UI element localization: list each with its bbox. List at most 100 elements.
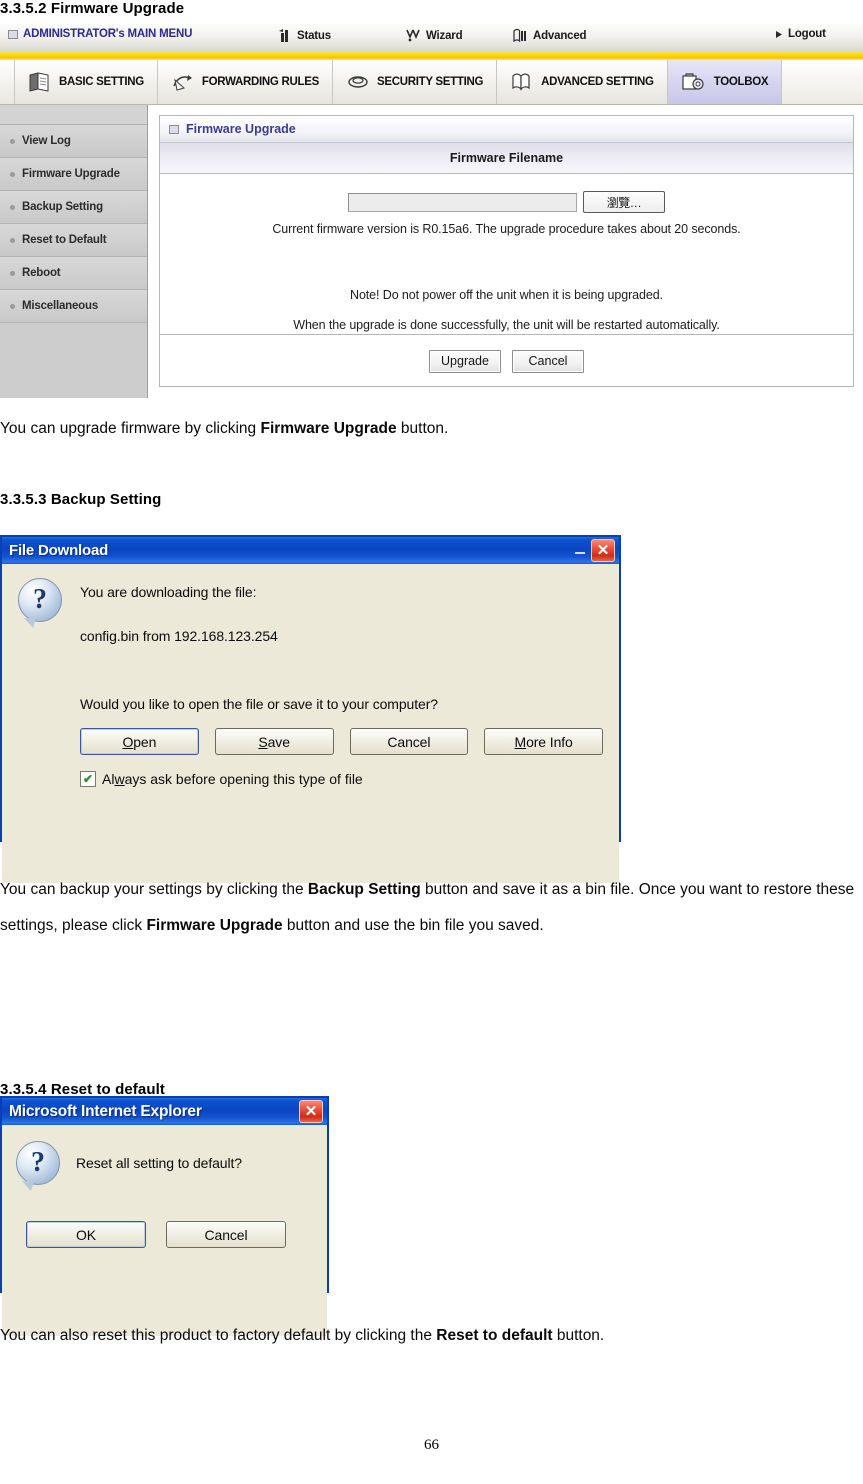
text-reset-part2: button. [552, 1327, 605, 1344]
text-reset-bold1: Reset to default [436, 1327, 553, 1344]
close-icon[interactable]: ✕ [299, 1100, 323, 1123]
open-or-save-question: Would you like to open the file or save … [80, 696, 438, 712]
heading-firmware-upgrade: 3.3.5.2 Firmware Upgrade [0, 0, 185, 17]
tab-label-basic-setting: BASIC SETTING [59, 76, 144, 88]
more-info-button[interactable]: More Info [484, 728, 603, 755]
file-download-title-bar[interactable]: File Download ✕ [2, 535, 619, 564]
tab-label-forwarding-rules: FORWARDING RULES [201, 76, 319, 88]
menu-item-status[interactable]: Status [278, 28, 331, 43]
page-number: 66 [424, 1437, 439, 1453]
tab-basic-setting[interactable]: BASIC SETTING [14, 60, 158, 104]
menu-label-logout: Logout [788, 28, 826, 40]
cancel-button[interactable]: Cancel [349, 728, 469, 755]
note-auto-restart: When the upgrade is done successfully, t… [293, 318, 720, 332]
sidebar-label-reset-to-default: Reset to Default [22, 234, 107, 246]
text-firmware-part1: You can upgrade firmware by clicking [0, 420, 261, 437]
sidebar-label-miscellaneous: Miscellaneous [22, 300, 99, 312]
menu-label-advanced: Advanced [533, 29, 587, 42]
router-sidebar: View Log Firmware Upgrade Backup Setting… [0, 105, 148, 398]
triangle-right-icon [776, 30, 782, 38]
menu-label-wizard: Wizard [426, 29, 463, 42]
file-download-message-row: ? You are downloading the file: config.b… [18, 578, 603, 644]
menu-item-logout[interactable]: Logout [775, 28, 826, 40]
sidebar-item-backup-setting[interactable]: Backup Setting [0, 191, 147, 224]
text-firmware-bold1: Firmware Upgrade [260, 420, 397, 437]
paragraph-reset-to-default: You can also reset this product to facto… [0, 1318, 863, 1354]
bullet-icon [10, 237, 15, 243]
bullet-icon [10, 303, 15, 309]
title-bar-buttons: ✕ [572, 539, 615, 562]
bullet-icon [10, 270, 15, 276]
minimize-icon[interactable] [572, 547, 589, 555]
always-ask-label: Always ask before opening this type of f… [102, 771, 363, 787]
yellow-accent-bar [0, 52, 863, 60]
upgrade-button[interactable]: Upgrade [429, 349, 501, 373]
text-backup-bold1: Backup Setting [307, 881, 421, 898]
menu-item-wizard[interactable]: Wizard [405, 28, 463, 43]
sidebar-item-reset-to-default[interactable]: Reset to Default [0, 224, 147, 257]
tab-advanced-setting[interactable]: ADVANCED SETTING [497, 60, 668, 104]
sidebar-item-view-log[interactable]: View Log [0, 125, 147, 158]
tab-security-setting[interactable]: SECURITY SETTING [332, 60, 498, 104]
shield-hex-icon [348, 76, 368, 88]
text-backup-bold2: Firmware Upgrade [146, 917, 283, 934]
sidebar-item-firmware-upgrade[interactable]: Firmware Upgrade [0, 158, 147, 191]
file-download-button-row: Open Save Cancel More Info [80, 728, 603, 755]
router-main-area: Firmware Upgrade Firmware Filename 瀏覽… C… [148, 105, 863, 398]
save-button[interactable]: Save [214, 728, 334, 755]
admin-main-menu-link[interactable]: ADMINISTRATOR's MAIN MENU [8, 28, 192, 40]
file-download-message-lines: You are downloading the file: config.bin… [80, 578, 278, 644]
open-book-icon [513, 28, 526, 43]
close-icon[interactable]: ✕ [591, 539, 615, 562]
open-button[interactable]: Open [80, 728, 199, 755]
sidebar-item-miscellaneous[interactable]: Miscellaneous [0, 290, 147, 323]
tab-forwarding-rules[interactable]: FORWARDING RULES [157, 60, 333, 104]
paragraph-backup-setting: You can backup your settings by clicking… [0, 872, 863, 944]
file-chooser-row: 瀏覽… [160, 174, 853, 213]
panel-button-row: Upgrade Cancel [160, 335, 853, 387]
note-do-not-power-off: Note! Do not power off the unit when it … [350, 288, 663, 302]
text-backup-part1: You can backup your settings by clicking… [0, 881, 308, 898]
internet-explorer-dialog: Microsoft Internet Explorer ✕ ? Reset al… [0, 1096, 329, 1336]
file-download-body: ? You are downloading the file: config.b… [2, 564, 619, 883]
router-top-menu-bar: ADMINISTRATOR's MAIN MENU Status Wizard [0, 24, 863, 52]
ie-dialog-title-bar[interactable]: Microsoft Internet Explorer ✕ [2, 1096, 327, 1125]
column-header-firmware-filename: Firmware Filename [160, 143, 853, 174]
browse-button[interactable]: 瀏覽… [583, 191, 665, 213]
tab-toolbox[interactable]: TOOLBOX [667, 60, 783, 104]
menu-item-advanced[interactable]: Advanced [512, 28, 587, 43]
window-square-icon [169, 124, 179, 134]
book-pages-icon [29, 72, 49, 92]
firmware-filename-input[interactable] [348, 192, 577, 212]
ie-cancel-button[interactable]: Cancel [166, 1221, 286, 1248]
tab-label-security-setting: SECURITY SETTING [376, 76, 484, 88]
always-ask-checkbox-row[interactable]: ✔ Always ask before opening this type of… [80, 771, 603, 787]
ie-message-row: ? Reset all setting to default? [16, 1141, 313, 1191]
paragraph-firmware-upgrade: You can upgrade firmware by clicking Fir… [0, 411, 863, 447]
ie-button-row: OK Cancel [26, 1221, 313, 1248]
file-download-dialog: File Download ✕ ? You are downloading th… [0, 535, 621, 883]
panel-title-label: Firmware Upgrade [186, 122, 296, 136]
cancel-button[interactable]: Cancel [512, 349, 584, 373]
checkbox-icon[interactable]: ✔ [80, 771, 96, 787]
sidebar-bottom-filler [0, 323, 147, 398]
ie-message-label: Reset all setting to default? [76, 1155, 242, 1171]
router-body: View Log Firmware Upgrade Backup Setting… [0, 105, 863, 398]
open-button-rest: pen [133, 733, 157, 750]
ok-button[interactable]: OK [26, 1221, 146, 1248]
firmware-upgrade-panel: Firmware Upgrade Firmware Filename 瀏覽… C… [159, 115, 854, 387]
file-source-label: config.bin from 192.168.123.254 [80, 628, 278, 644]
open-book-icon [512, 73, 530, 91]
sidebar-item-reboot[interactable]: Reboot [0, 257, 147, 290]
status-bars-icon [279, 29, 288, 42]
sidebar-top-spacer [0, 105, 147, 125]
panel-title-bar: Firmware Upgrade [160, 116, 853, 143]
title-bar-buttons: ✕ [299, 1100, 323, 1123]
firmware-field-area: 瀏覽… Current firmware version is R0.15a6.… [160, 174, 853, 335]
tab-label-advanced-setting: ADVANCED SETTING [541, 76, 654, 88]
text-reset-part1: You can also reset this product to facto… [0, 1327, 437, 1344]
admin-main-menu-label: ADMINISTRATOR's MAIN MENU [23, 28, 193, 40]
sidebar-label-firmware-upgrade: Firmware Upgrade [22, 168, 120, 180]
arrows-forward-icon [173, 75, 192, 91]
ie-dialog-body: ? Reset all setting to default? OK Cance… [2, 1125, 327, 1336]
